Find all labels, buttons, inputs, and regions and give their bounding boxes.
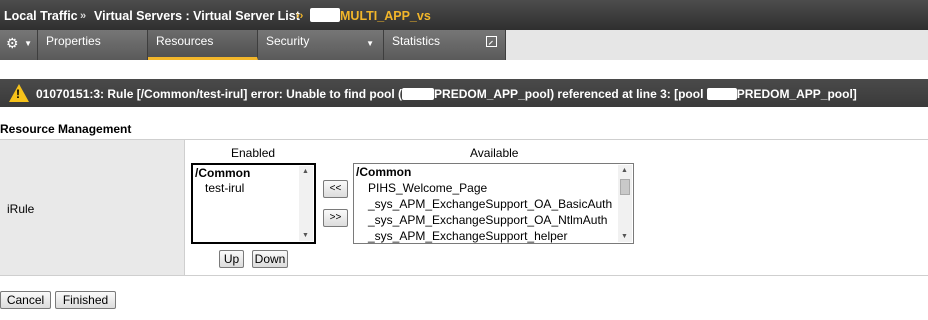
tab-resources[interactable]: Resources — [148, 30, 258, 60]
move-left-button[interactable]: << — [323, 180, 348, 198]
scrollbar[interactable]: ▲ ▼ — [299, 166, 313, 241]
list-item[interactable]: _sys_APM_ExchangeSupport_OA_NtlmAuth — [368, 213, 607, 227]
list-group-label: /Common — [195, 166, 251, 180]
cancel-button[interactable]: Cancel — [0, 291, 51, 309]
breadcrumb-separator: » — [80, 10, 87, 22]
gear-icon: ⚙ — [6, 35, 19, 51]
redacted-text — [310, 8, 340, 22]
chevron-down-icon: ▼ — [366, 39, 374, 48]
scroll-up-icon[interactable]: ▲ — [302, 168, 309, 175]
tab-options[interactable]: ⚙ ▼ — [0, 30, 38, 60]
list-item[interactable]: test-irul — [205, 181, 244, 195]
error-message: 01070151:3: Rule [/Common/test-irul] err… — [36, 87, 857, 101]
enabled-heading: Enabled — [231, 146, 276, 160]
irule-label: iRule — [7, 202, 35, 216]
popout-icon — [486, 36, 497, 47]
move-up-button[interactable]: Up — [219, 250, 244, 268]
breadcrumb-item-local-traffic[interactable]: Local Traffic — [4, 9, 78, 23]
section-title: Resource Management — [0, 122, 132, 136]
list-item[interactable]: _sys_APM_ExchangeSupport_helper — [368, 229, 567, 243]
breadcrumb: Local Traffic » Virtual Servers : Virtua… — [0, 0, 928, 30]
tab-security[interactable]: Security ▼ — [258, 30, 384, 60]
scrollbar-thumb[interactable] — [620, 179, 630, 195]
tab-statistics[interactable]: Statistics — [384, 30, 506, 60]
tab-bar: ⚙ ▼ Properties Resources Security ▼ Stat… — [0, 30, 928, 60]
redacted-text — [402, 88, 435, 100]
redacted-text — [706, 88, 737, 100]
finished-button[interactable]: Finished — [55, 291, 116, 309]
scrollbar[interactable]: ▲ ▼ — [618, 165, 632, 242]
move-right-button[interactable]: >> — [323, 209, 348, 227]
enabled-irules-list[interactable]: /Common test-irul ▲ ▼ — [191, 163, 316, 244]
breadcrumb-current: MULTI_APP_vs — [340, 9, 431, 23]
irule-label-cell: iRule — [0, 140, 185, 275]
available-heading: Available — [470, 146, 519, 160]
breadcrumb-separator-current: ›› — [296, 10, 304, 22]
error-banner: 01070151:3: Rule [/Common/test-irul] err… — [0, 79, 928, 107]
scroll-down-icon[interactable]: ▼ — [302, 232, 309, 239]
move-down-button[interactable]: Down — [252, 250, 288, 268]
list-item[interactable]: PIHS_Welcome_Page — [368, 181, 487, 195]
scroll-up-icon[interactable]: ▲ — [621, 167, 628, 174]
breadcrumb-item-virtual-server-list[interactable]: Virtual Servers : Virtual Server List — [94, 9, 300, 23]
list-group-label: /Common — [356, 165, 412, 179]
chevron-down-icon: ▼ — [24, 39, 32, 48]
list-item[interactable]: _sys_APM_ExchangeSupport_OA_BasicAuth — [368, 197, 612, 211]
warning-icon — [9, 84, 29, 102]
tab-properties[interactable]: Properties — [38, 30, 148, 60]
scroll-down-icon[interactable]: ▼ — [621, 233, 628, 240]
available-irules-list[interactable]: /Common PIHS_Welcome_Page _sys_APM_Excha… — [353, 163, 634, 244]
